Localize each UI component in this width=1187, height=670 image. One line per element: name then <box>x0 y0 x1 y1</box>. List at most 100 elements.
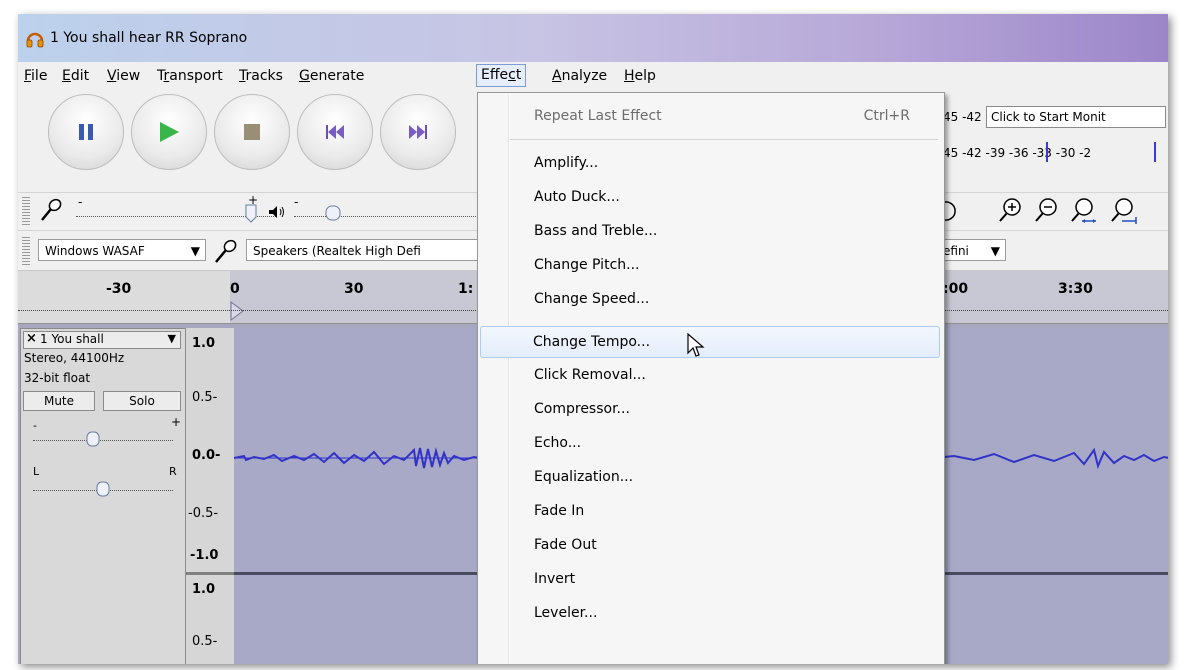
input-device-value: efini <box>943 244 969 258</box>
scale-label: 0.5- <box>192 390 218 405</box>
gain-slider[interactable] <box>33 439 173 441</box>
menu-file[interactable]: File <box>20 66 51 86</box>
menu-item-auto-duck[interactable]: Auto Duck... <box>480 182 940 212</box>
skip-to-end-button[interactable] <box>380 94 456 170</box>
menu-item-fade-in[interactable]: Fade In <box>480 496 940 526</box>
menu-item-equalization[interactable]: Equalization... <box>480 462 940 492</box>
microphone-icon <box>215 239 237 263</box>
pan-right-label: R <box>169 465 177 478</box>
chevron-down-icon: ▼ <box>190 244 200 258</box>
menu-item-compressor[interactable]: Compressor... <box>480 394 940 424</box>
headphones-icon <box>26 32 44 48</box>
output-device-value: Speakers (Realtek High Defi <box>253 244 421 258</box>
menu-item-label: Bass and Treble... <box>534 223 658 239</box>
menu-help[interactable]: Help <box>620 66 660 86</box>
channel-divider <box>186 572 234 575</box>
menu-transport[interactable]: Transport <box>153 66 227 86</box>
menu-tracks[interactable]: Tracks <box>235 66 287 86</box>
zoom-in-icon[interactable] <box>998 197 1022 223</box>
timeline-label: 30 <box>344 281 364 297</box>
zoom-out-icon[interactable] <box>1034 197 1058 223</box>
fit-selection-icon[interactable] <box>1070 197 1098 225</box>
menu-item-click-removal[interactable]: Click Removal... <box>480 360 940 390</box>
menu-item-amplify[interactable]: Amplify... <box>480 148 940 178</box>
menu-item-label: Repeat Last Effect <box>534 108 662 124</box>
menu-generate[interactable]: Generate <box>295 66 368 86</box>
scale-label: 0.5- <box>192 634 218 649</box>
timeline-label: 3:30 <box>1058 281 1093 297</box>
menu-item-label: Equalization... <box>534 469 634 485</box>
menu-view[interactable]: View <box>103 66 144 86</box>
playback-meter-marker <box>1046 142 1048 162</box>
stop-button[interactable] <box>214 94 290 170</box>
menu-item-echo[interactable]: Echo... <box>480 428 940 458</box>
menu-item-change-speed[interactable]: Change Speed... <box>480 284 940 314</box>
menu-item-label: Compressor... <box>534 401 630 417</box>
input-volume-plus: + <box>248 193 259 207</box>
menu-item-label: Auto Duck... <box>534 189 620 205</box>
track-control-panel: × 1 You shall ▼ Stereo, 44100Hz 32-bit f… <box>20 328 186 664</box>
start-monitoring-label: Click to Start Monit <box>991 110 1106 124</box>
menu-item-shortcut: Ctrl+R <box>863 108 910 124</box>
close-track-icon[interactable]: × <box>26 331 37 346</box>
timeline-label: :00 <box>943 281 969 297</box>
menu-item-label: Fade In <box>534 503 585 519</box>
menu-item-repeat-last-effect[interactable]: Repeat Last Effect Ctrl+R <box>480 101 940 131</box>
pause-icon <box>79 124 93 140</box>
solo-button[interactable]: Solo <box>103 391 181 411</box>
menu-item-invert[interactable]: Invert <box>480 564 940 594</box>
start-monitoring-button[interactable]: Click to Start Monit <box>986 106 1166 128</box>
mixer-gripper[interactable] <box>22 197 30 225</box>
mouse-pointer-icon <box>687 333 705 357</box>
mute-button[interactable]: Mute <box>23 391 95 411</box>
chevron-down-icon: ▼ <box>990 244 1000 258</box>
audio-host-select[interactable]: Windows WASAF ▼ <box>38 239 206 261</box>
input-device-select[interactable]: efini ▼ <box>938 239 1006 261</box>
menu-item-bass-and-treble[interactable]: Bass and Treble... <box>480 216 940 246</box>
timeline-label: 0 <box>230 281 240 297</box>
output-volume-minus: - <box>294 195 299 209</box>
pause-button[interactable] <box>48 94 124 170</box>
pan-slider-thumb[interactable] <box>95 479 111 499</box>
track-name: 1 You shall <box>40 332 104 346</box>
play-head-marker[interactable] <box>230 301 244 321</box>
menu-item-label: Leveler... <box>534 605 598 621</box>
menu-item-label: Change Pitch... <box>534 257 640 273</box>
title-bar: 1 You shall hear RR Soprano <box>18 14 1168 62</box>
menu-item-leveler[interactable]: Leveler... <box>480 598 940 628</box>
output-device-select[interactable]: Speakers (Realtek High Defi <box>246 239 486 261</box>
menu-item-fade-out[interactable]: Fade Out <box>480 530 940 560</box>
scale-label: 0.0- <box>192 448 221 463</box>
skip-to-start-button[interactable] <box>297 94 373 170</box>
menu-analyze[interactable]: Analyze <box>548 66 611 86</box>
chevron-down-icon: ▼ <box>167 332 176 345</box>
pan-left-label: L <box>33 465 40 478</box>
audio-host-value: Windows WASAF <box>45 244 145 258</box>
speaker-icon <box>269 206 284 218</box>
scale-label: -1.0 <box>190 548 219 563</box>
menu-item-change-tempo[interactable]: Change Tempo... <box>480 326 940 358</box>
track-name-menu[interactable]: × 1 You shall ▼ <box>23 331 181 349</box>
playback-meter-marker-2 <box>1154 142 1156 162</box>
scale-label: -0.5- <box>188 506 219 521</box>
timeline-label: -30 <box>106 281 132 297</box>
menu-effect[interactable]: Effect <box>476 64 527 87</box>
gain-slider-thumb[interactable] <box>85 429 101 449</box>
fit-project-icon[interactable] <box>1110 197 1138 225</box>
playback-meter-scale: 45 -42 -39 -36 -33 -30 -2 <box>943 146 1092 160</box>
device-gripper[interactable] <box>22 235 30 265</box>
play-button[interactable] <box>131 94 207 170</box>
gain-minus-label: - <box>33 419 37 432</box>
effect-menu-dropdown: Repeat Last Effect Ctrl+R Amplify... Aut… <box>477 92 945 664</box>
menu-item-label: Click Removal... <box>534 367 646 383</box>
output-volume-thumb[interactable] <box>324 203 342 223</box>
menu-item-label: Change Tempo... <box>533 334 651 350</box>
scale-label: 1.0 <box>192 582 216 597</box>
menu-item-change-pitch[interactable]: Change Pitch... <box>480 250 940 280</box>
menu-item-label: Echo... <box>534 435 582 451</box>
menu-edit[interactable]: Edit <box>58 66 93 86</box>
vertical-scale: 1.0 0.5- 0.0- -0.5- -1.0 1.0 0.5- <box>186 328 235 664</box>
window-title: 1 You shall hear RR Soprano <box>50 30 248 46</box>
timeline-label: 1: <box>458 281 474 297</box>
stop-icon <box>244 124 260 140</box>
